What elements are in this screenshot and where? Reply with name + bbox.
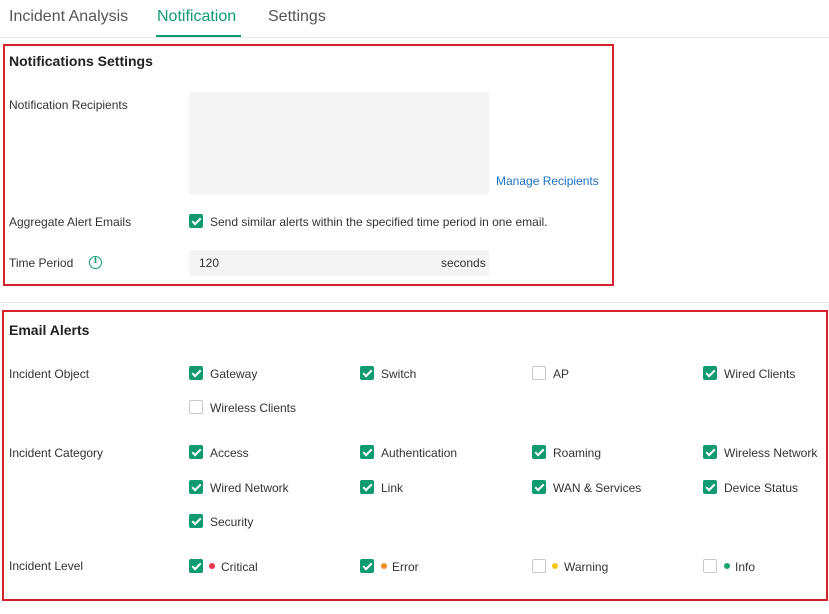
- checkbox-warning[interactable]: [532, 559, 546, 573]
- checkbox-critical[interactable]: [189, 559, 203, 573]
- time-period-label: Time Period: [9, 256, 74, 270]
- checkbox-wireless-clients[interactable]: [189, 400, 203, 414]
- option-gateway: Gateway: [210, 367, 258, 381]
- option-device-status: Device Status: [724, 481, 799, 495]
- option-wired-network: Wired Network: [210, 481, 289, 495]
- checkbox-device-status[interactable]: [703, 480, 717, 494]
- checkbox-info[interactable]: [703, 559, 717, 573]
- option-wan-services: WAN & Services: [553, 481, 642, 495]
- checkbox-access[interactable]: [189, 445, 203, 459]
- checkbox-wireless-network[interactable]: [703, 445, 717, 459]
- incident-level-label: Incident Level: [9, 559, 84, 573]
- tab-notification[interactable]: Notification: [157, 8, 236, 26]
- incident-object-label: Incident Object: [9, 367, 90, 381]
- incident-category-label: Incident Category: [9, 446, 104, 460]
- option-access: Access: [210, 446, 249, 460]
- option-switch: Switch: [381, 367, 417, 381]
- time-period-unit: seconds: [441, 256, 486, 270]
- tab-bar: Incident Analysis Notification Settings: [0, 0, 829, 38]
- manage-recipients-link[interactable]: Manage Recipients: [496, 174, 599, 188]
- option-error: Error: [392, 560, 419, 574]
- tab-incident-analysis[interactable]: Incident Analysis: [9, 8, 128, 26]
- checkbox-wired-network[interactable]: [189, 480, 203, 494]
- aggregate-alert-emails-label: Aggregate Alert Emails: [9, 215, 132, 229]
- option-wired-clients: Wired Clients: [724, 367, 796, 381]
- checkbox-wan-services[interactable]: [532, 480, 546, 494]
- checkbox-wired-clients[interactable]: [703, 366, 717, 380]
- notification-recipients-field[interactable]: [189, 92, 489, 194]
- checkbox-roaming[interactable]: [532, 445, 546, 459]
- checkbox-security[interactable]: [189, 514, 203, 528]
- email-alerts-title: Email Alerts: [9, 322, 90, 338]
- warning-level-dot: [552, 563, 558, 569]
- section-divider: [0, 302, 829, 303]
- checkbox-switch[interactable]: [360, 366, 374, 380]
- critical-level-dot: [209, 563, 215, 569]
- option-security: Security: [210, 515, 254, 529]
- error-level-dot: [381, 563, 387, 569]
- checkbox-gateway[interactable]: [189, 366, 203, 380]
- time-period-value: 120: [199, 256, 220, 270]
- option-roaming: Roaming: [553, 446, 602, 460]
- info-level-dot: [724, 563, 730, 569]
- option-info: Info: [735, 560, 756, 574]
- option-critical: Critical: [221, 560, 258, 574]
- checkbox-link[interactable]: [360, 480, 374, 494]
- tab-settings[interactable]: Settings: [268, 8, 326, 26]
- checkbox-error[interactable]: [360, 559, 374, 573]
- active-tab-indicator: [156, 35, 241, 37]
- option-ap: AP: [553, 367, 570, 381]
- aggregate-alert-text: Send similar alerts within the specified…: [210, 215, 548, 229]
- checkbox-ap[interactable]: [532, 366, 546, 380]
- checkbox-authentication[interactable]: [360, 445, 374, 459]
- notifications-settings-title: Notifications Settings: [9, 53, 153, 69]
- notification-recipients-label: Notification Recipients: [9, 98, 128, 112]
- option-warning: Warning: [564, 560, 609, 574]
- option-wireless-clients: Wireless Clients: [210, 401, 297, 415]
- option-wireless-network: Wireless Network: [724, 446, 818, 460]
- option-link: Link: [381, 481, 404, 495]
- option-authentication: Authentication: [381, 446, 458, 460]
- aggregate-alert-checkbox[interactable]: [189, 214, 203, 228]
- info-icon[interactable]: [89, 256, 102, 269]
